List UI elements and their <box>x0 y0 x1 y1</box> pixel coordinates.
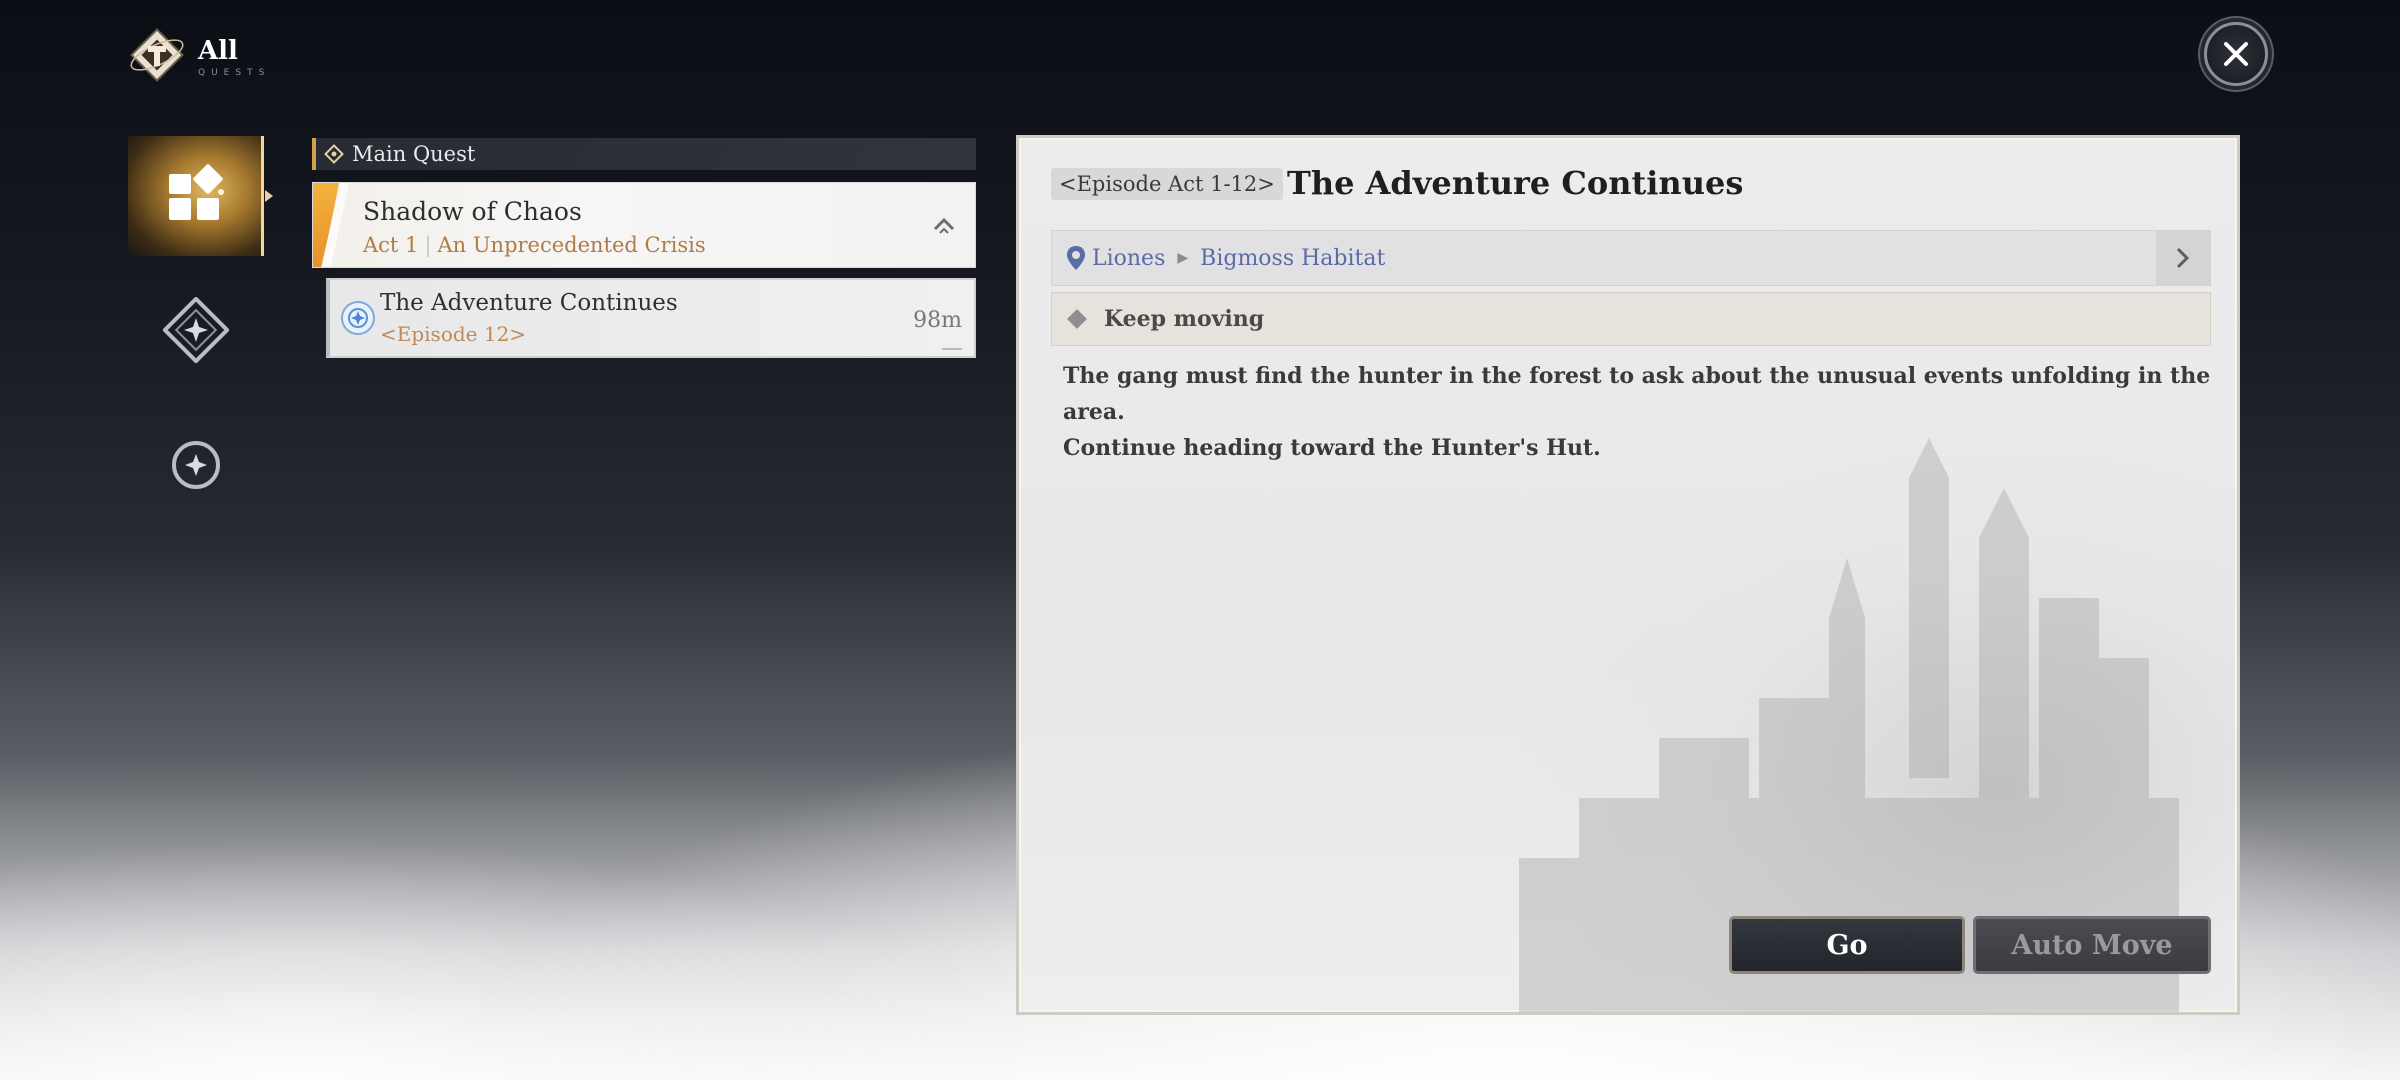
quest-episode: <Episode 12> <box>380 322 527 346</box>
quest-name: The Adventure Continues <box>380 290 678 316</box>
chevron-up-icon[interactable] <box>931 213 957 239</box>
main-quest-section-header: Main Quest <box>312 138 976 170</box>
description-line-2: Continue heading toward the Hunter's Hut… <box>1063 435 1601 461</box>
objective-diamond-icon <box>1067 309 1087 329</box>
chapter-act-name: An Unprecedented Crisis <box>437 233 706 257</box>
location-region: Liones <box>1092 245 1166 271</box>
close-button[interactable] <box>2204 22 2268 86</box>
category-compass-tab[interactable] <box>128 405 264 525</box>
page-title: All <box>198 36 238 66</box>
location-bar[interactable]: Liones ▶ Bigmoss Habitat <box>1051 230 2211 286</box>
quest-list-item[interactable]: The Adventure Continues <Episode 12> 98m <box>326 278 976 358</box>
compass-star-icon <box>172 441 220 489</box>
quest-description: The gang must find the hunter in the for… <box>1063 358 2213 466</box>
location-pin-icon <box>1067 246 1085 270</box>
category-diamond-tab[interactable] <box>128 270 264 390</box>
auto-move-button[interactable]: Auto Move <box>1973 916 2211 974</box>
chapter-subtitle: Act 1 | An Unprecedented Crisis <box>363 233 706 257</box>
diamond-star-icon <box>163 297 229 363</box>
location-go-button[interactable] <box>2156 231 2210 285</box>
main-quest-icon <box>324 144 344 164</box>
chapter-separator: | <box>424 233 432 257</box>
episode-tag: <Episode Act 1-12> <box>1051 168 1283 200</box>
chevron-right-icon <box>2176 247 2190 269</box>
close-icon <box>2224 42 2248 66</box>
distance-underline <box>942 348 962 350</box>
section-label: Main Quest <box>352 142 476 166</box>
objective-row: Keep moving <box>1051 292 2211 346</box>
description-line-1: The gang must find the hunter in the for… <box>1063 363 2211 425</box>
active-pointer-icon <box>265 190 275 202</box>
objective-text: Keep moving <box>1104 306 1265 332</box>
chapter-act: Act 1 <box>363 233 419 257</box>
page-subtitle: QUESTS <box>198 68 271 78</box>
chapter-header[interactable]: Shadow of Chaos Act 1 | An Unprecedented C… <box>312 182 976 268</box>
tracking-target-icon <box>341 301 375 335</box>
chapter-title: Shadow of Chaos <box>363 197 582 226</box>
breadcrumb-arrow-icon: ▶ <box>1177 250 1189 266</box>
quest-detail-panel: <Episode Act 1-12> The Adventure Continu… <box>1016 135 2240 1015</box>
quest-title: The Adventure Continues <box>1287 164 1744 202</box>
category-all-tab[interactable] <box>128 136 273 256</box>
quest-distance: 98m <box>913 308 962 333</box>
location-area: Bigmoss Habitat <box>1200 245 1386 271</box>
go-button[interactable]: Go <box>1729 916 1965 974</box>
all-quests-icon <box>168 164 224 220</box>
quest-logo-icon <box>126 24 188 86</box>
